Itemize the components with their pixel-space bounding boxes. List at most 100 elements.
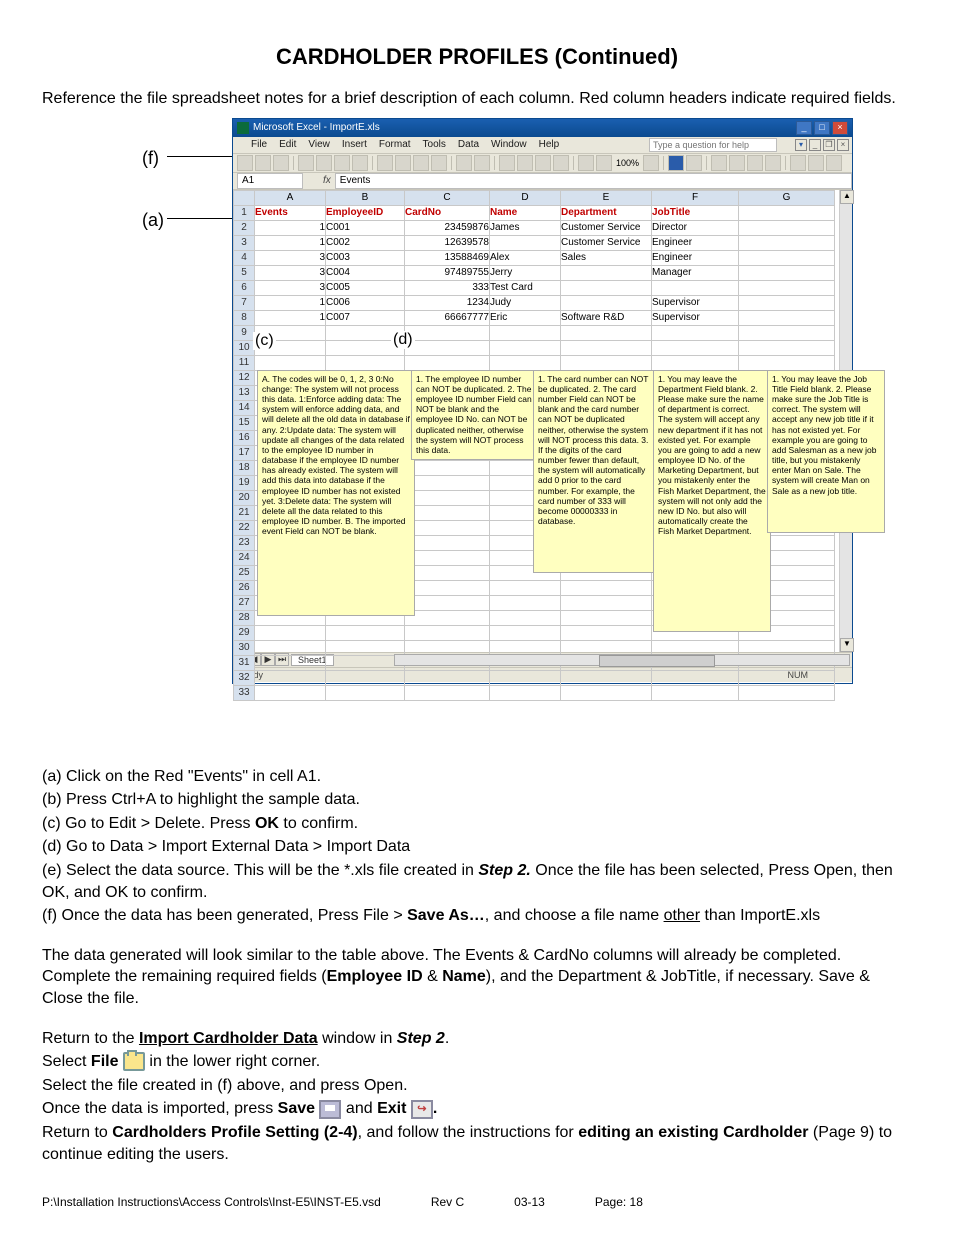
data-cell[interactable] [739, 325, 835, 340]
name-box[interactable]: A1 [237, 173, 303, 189]
data-cell[interactable]: 12639578 [405, 235, 490, 250]
data-cell[interactable] [405, 325, 490, 340]
doc-dropdown[interactable]: ▾ [795, 139, 807, 151]
data-cell[interactable]: Manager [652, 265, 739, 280]
data-cell[interactable] [255, 685, 326, 700]
row-header[interactable]: 31 [234, 655, 255, 670]
col-header[interactable]: B [326, 190, 405, 205]
menu-window[interactable]: Window [491, 139, 527, 150]
data-cell[interactable]: 13588469 [405, 250, 490, 265]
data-cell[interactable] [739, 685, 835, 700]
row-header[interactable]: 20 [234, 490, 255, 505]
data-cell[interactable]: Events [255, 205, 326, 220]
data-cell[interactable] [405, 520, 490, 535]
row-header[interactable]: 30 [234, 640, 255, 655]
horizontal-scrollbar[interactable] [394, 654, 850, 666]
data-cell[interactable]: C004 [326, 265, 405, 280]
maximize-button[interactable]: □ [814, 121, 830, 135]
menu-tools[interactable]: Tools [423, 139, 446, 150]
data-cell[interactable]: Judy [490, 295, 561, 310]
zoom-value[interactable]: 100% [614, 158, 641, 168]
save-icon[interactable] [273, 155, 289, 171]
data-cell[interactable]: 23459876 [405, 220, 490, 235]
col-header[interactable]: F [652, 190, 739, 205]
sum-icon[interactable] [517, 155, 533, 171]
data-cell[interactable]: 1 [255, 220, 326, 235]
menu-file[interactable]: File [251, 139, 267, 150]
data-cell[interactable] [490, 355, 561, 370]
data-cell[interactable]: James [490, 220, 561, 235]
data-cell[interactable] [405, 475, 490, 490]
data-cell[interactable] [561, 670, 652, 685]
data-cell[interactable] [561, 355, 652, 370]
menu-data[interactable]: Data [458, 139, 479, 150]
data-cell[interactable] [739, 205, 835, 220]
row-header[interactable]: 28 [234, 610, 255, 625]
row-header[interactable]: 6 [234, 280, 255, 295]
data-cell[interactable]: JobTitle [652, 205, 739, 220]
data-cell[interactable] [739, 220, 835, 235]
row-header[interactable]: 18 [234, 460, 255, 475]
row-header[interactable]: 25 [234, 565, 255, 580]
row-header[interactable]: 11 [234, 355, 255, 370]
fx-input[interactable]: Events [335, 173, 852, 189]
merge-icon[interactable] [765, 155, 781, 171]
data-cell[interactable] [739, 340, 835, 355]
data-cell[interactable] [561, 595, 652, 610]
data-cell[interactable]: 1 [255, 310, 326, 325]
preview-icon[interactable] [316, 155, 332, 171]
data-cell[interactable] [739, 310, 835, 325]
menu-help[interactable]: Help [539, 139, 560, 150]
row-header[interactable]: 4 [234, 250, 255, 265]
data-cell[interactable]: EmployeeID [326, 205, 405, 220]
menu-insert[interactable]: Insert [342, 139, 367, 150]
data-cell[interactable] [490, 610, 561, 625]
link-icon[interactable] [499, 155, 515, 171]
doc-minimize[interactable]: _ [809, 139, 821, 151]
data-cell[interactable] [405, 340, 490, 355]
data-cell[interactable]: C003 [326, 250, 405, 265]
help-icon[interactable] [643, 155, 659, 171]
data-cell[interactable] [255, 655, 326, 670]
col-header[interactable] [234, 190, 255, 205]
doc-close[interactable]: × [837, 139, 849, 151]
copy-icon[interactable] [395, 155, 411, 171]
data-cell[interactable] [561, 340, 652, 355]
row-header[interactable]: 12 [234, 370, 255, 385]
data-cell[interactable] [561, 625, 652, 640]
row-header[interactable]: 26 [234, 580, 255, 595]
data-cell[interactable]: 66667777 [405, 310, 490, 325]
data-cell[interactable]: Engineer [652, 235, 739, 250]
data-cell[interactable]: Jerry [490, 265, 561, 280]
data-cell[interactable] [490, 685, 561, 700]
data-cell[interactable] [255, 355, 326, 370]
data-cell[interactable] [405, 580, 490, 595]
data-cell[interactable] [405, 685, 490, 700]
col-header[interactable]: C [405, 190, 490, 205]
data-cell[interactable] [405, 460, 490, 475]
data-cell[interactable] [405, 610, 490, 625]
data-cell[interactable]: Supervisor [652, 310, 739, 325]
data-cell[interactable]: Software R&D [561, 310, 652, 325]
research-icon[interactable] [352, 155, 368, 171]
data-cell[interactable]: 1 [255, 235, 326, 250]
row-header[interactable]: 10 [234, 340, 255, 355]
data-cell[interactable]: 3 [255, 250, 326, 265]
spell-icon[interactable] [334, 155, 350, 171]
data-cell[interactable]: CardNo [405, 205, 490, 220]
data-cell[interactable]: 333 [405, 280, 490, 295]
data-cell[interactable]: Department [561, 205, 652, 220]
data-cell[interactable] [652, 685, 739, 700]
bold-icon[interactable] [668, 155, 684, 171]
align-right-icon[interactable] [747, 155, 763, 171]
col-header[interactable]: G [739, 190, 835, 205]
data-cell[interactable] [561, 685, 652, 700]
data-cell[interactable]: C006 [326, 295, 405, 310]
data-cell[interactable] [326, 685, 405, 700]
data-cell[interactable]: Customer Service [561, 220, 652, 235]
data-cell[interactable] [255, 640, 326, 655]
data-cell[interactable]: 97489755 [405, 265, 490, 280]
data-cell[interactable]: 3 [255, 265, 326, 280]
row-header[interactable]: 27 [234, 595, 255, 610]
data-cell[interactable] [561, 610, 652, 625]
